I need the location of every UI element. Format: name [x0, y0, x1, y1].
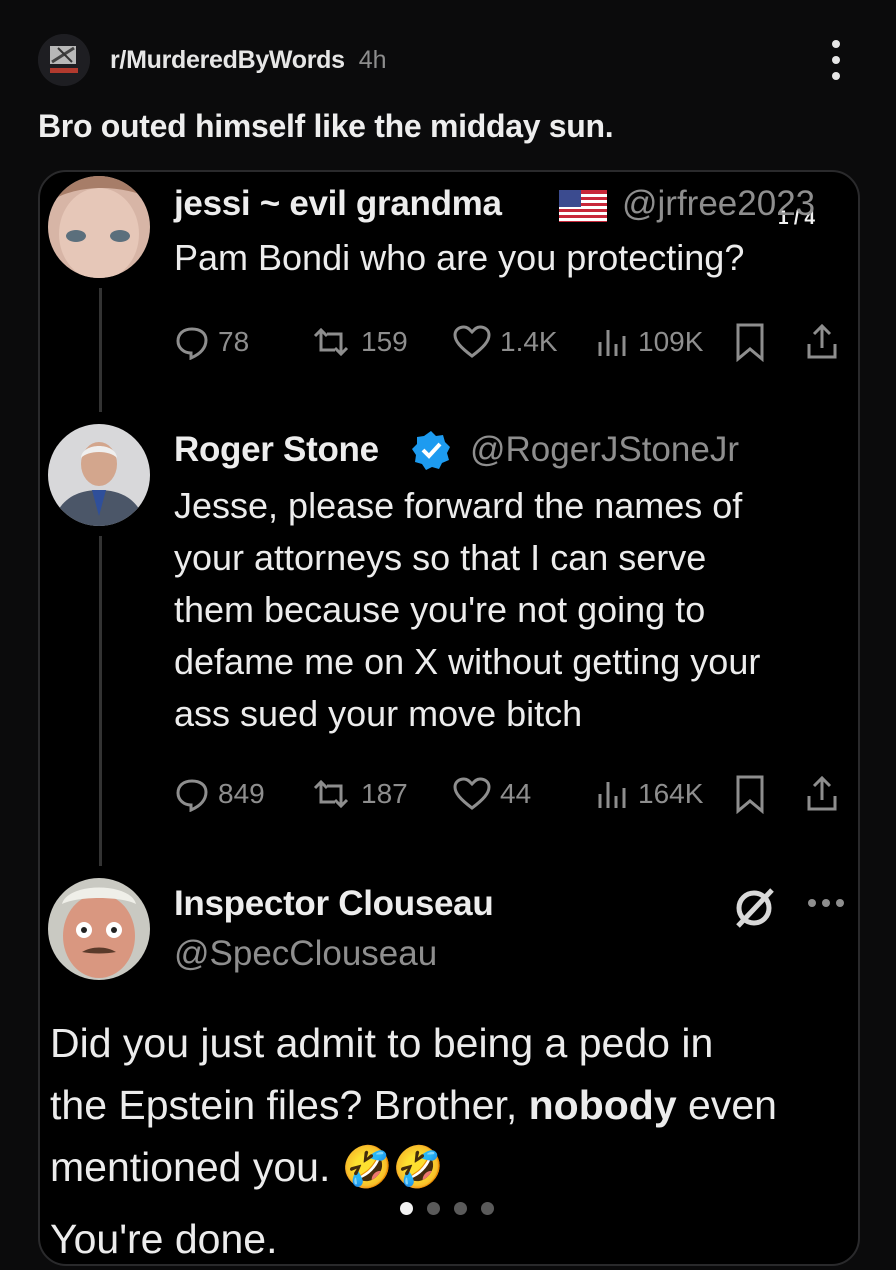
tweet-text-line: Jesse, please forward the names of	[174, 485, 743, 526]
tweet-author-handle[interactable]: @jrfree2023	[622, 184, 815, 224]
heart-icon	[453, 777, 491, 810]
carousel-dot[interactable]	[481, 1202, 494, 1215]
bookmark-icon[interactable]	[732, 774, 768, 814]
like-count[interactable]: 1.4K	[452, 322, 558, 362]
bold-word: nobody	[528, 1082, 677, 1128]
tweet-stats: 849 187 44 164K	[174, 774, 854, 814]
subreddit-logo-icon	[38, 34, 90, 86]
carousel-dot[interactable]	[427, 1202, 440, 1215]
subreddit-avatar[interactable]	[38, 34, 90, 86]
like-count[interactable]: 44	[452, 774, 531, 814]
post-header: r/MurderedByWords 4h	[38, 34, 387, 86]
post-title[interactable]: Bro outed himself like the midday sun.	[38, 108, 614, 145]
carousel-dot[interactable]	[454, 1202, 467, 1215]
tweet-text: Jesse, please forward the names of your …	[174, 480, 760, 740]
tweet-text-line: the Epstein files? Brother, nobody even	[50, 1082, 777, 1128]
subreddit-name[interactable]: r/MurderedByWords	[110, 46, 345, 75]
share-icon[interactable]	[804, 322, 840, 362]
laughing-emoji: 🤣🤣	[341, 1144, 444, 1190]
views-icon	[598, 330, 626, 356]
tweet-text-line: ass sued your move bitch	[174, 693, 583, 734]
reply-count[interactable]: 849	[174, 774, 265, 814]
share-icon[interactable]	[804, 774, 840, 814]
avatar[interactable]	[48, 424, 150, 526]
views-icon	[598, 782, 626, 808]
avatar[interactable]	[48, 878, 150, 980]
more-options-icon[interactable]	[825, 40, 847, 80]
tweet-text-line: You're done.	[50, 1216, 278, 1262]
tweet-text-line: your attorneys so that I can serve	[174, 537, 707, 578]
tweet-text: Pam Bondi who are you protecting?	[174, 232, 744, 284]
view-count[interactable]: 109K	[594, 322, 703, 362]
tweet-author-name[interactable]: Inspector Clouseau	[174, 884, 494, 924]
tweet-text-line: mentioned you. 🤣🤣	[50, 1144, 444, 1190]
carousel-dot-active[interactable]	[400, 1202, 413, 1215]
profile-photo-icon	[48, 176, 150, 278]
more-options-icon[interactable]	[806, 896, 846, 910]
tweet-text-line: them because you're not going to	[174, 589, 706, 630]
carousel-dots[interactable]	[400, 1202, 494, 1215]
thread-line	[99, 536, 102, 866]
reply-count[interactable]: 78	[174, 322, 249, 362]
tweet-author-name[interactable]: jessi ~ evil grandma	[174, 184, 502, 224]
thread-line	[99, 288, 102, 412]
us-flag-icon	[559, 190, 607, 222]
tweet-text-line: Did you just admit to being a pedo in	[50, 1020, 714, 1066]
bookmark-icon[interactable]	[732, 322, 768, 362]
tweet-stats: 78 159 1.4K 109K	[174, 322, 854, 362]
repost-icon	[313, 327, 349, 357]
tweet-text-line: defame me on X without getting your	[174, 641, 761, 682]
grok-icon[interactable]	[732, 884, 778, 930]
view-count[interactable]: 164K	[594, 774, 703, 814]
tweet-author-name[interactable]: Roger Stone	[174, 430, 379, 470]
tweet-author-handle[interactable]: @SpecClouseau	[174, 934, 437, 974]
repost-icon	[313, 779, 349, 809]
profile-photo-icon	[48, 424, 150, 526]
repost-count[interactable]: 159	[309, 322, 408, 362]
verified-badge-icon	[412, 431, 450, 470]
tweet-text-line: Pam Bondi who are you protecting?	[174, 237, 745, 278]
tweet-text: Did you just admit to being a pedo in th…	[50, 1012, 777, 1264]
repost-count[interactable]: 187	[309, 774, 408, 814]
post-image-card[interactable]: 1 / 4 jessi ~ evil grandma @jrfree2023 P…	[38, 170, 860, 1266]
avatar[interactable]	[48, 176, 150, 278]
reply-icon	[176, 779, 208, 812]
post-time: 4h	[358, 45, 387, 74]
reply-icon	[176, 327, 208, 360]
heart-icon	[453, 325, 491, 358]
profile-photo-icon	[48, 878, 150, 980]
tweet-author-handle[interactable]: @RogerJStoneJr	[470, 430, 739, 470]
